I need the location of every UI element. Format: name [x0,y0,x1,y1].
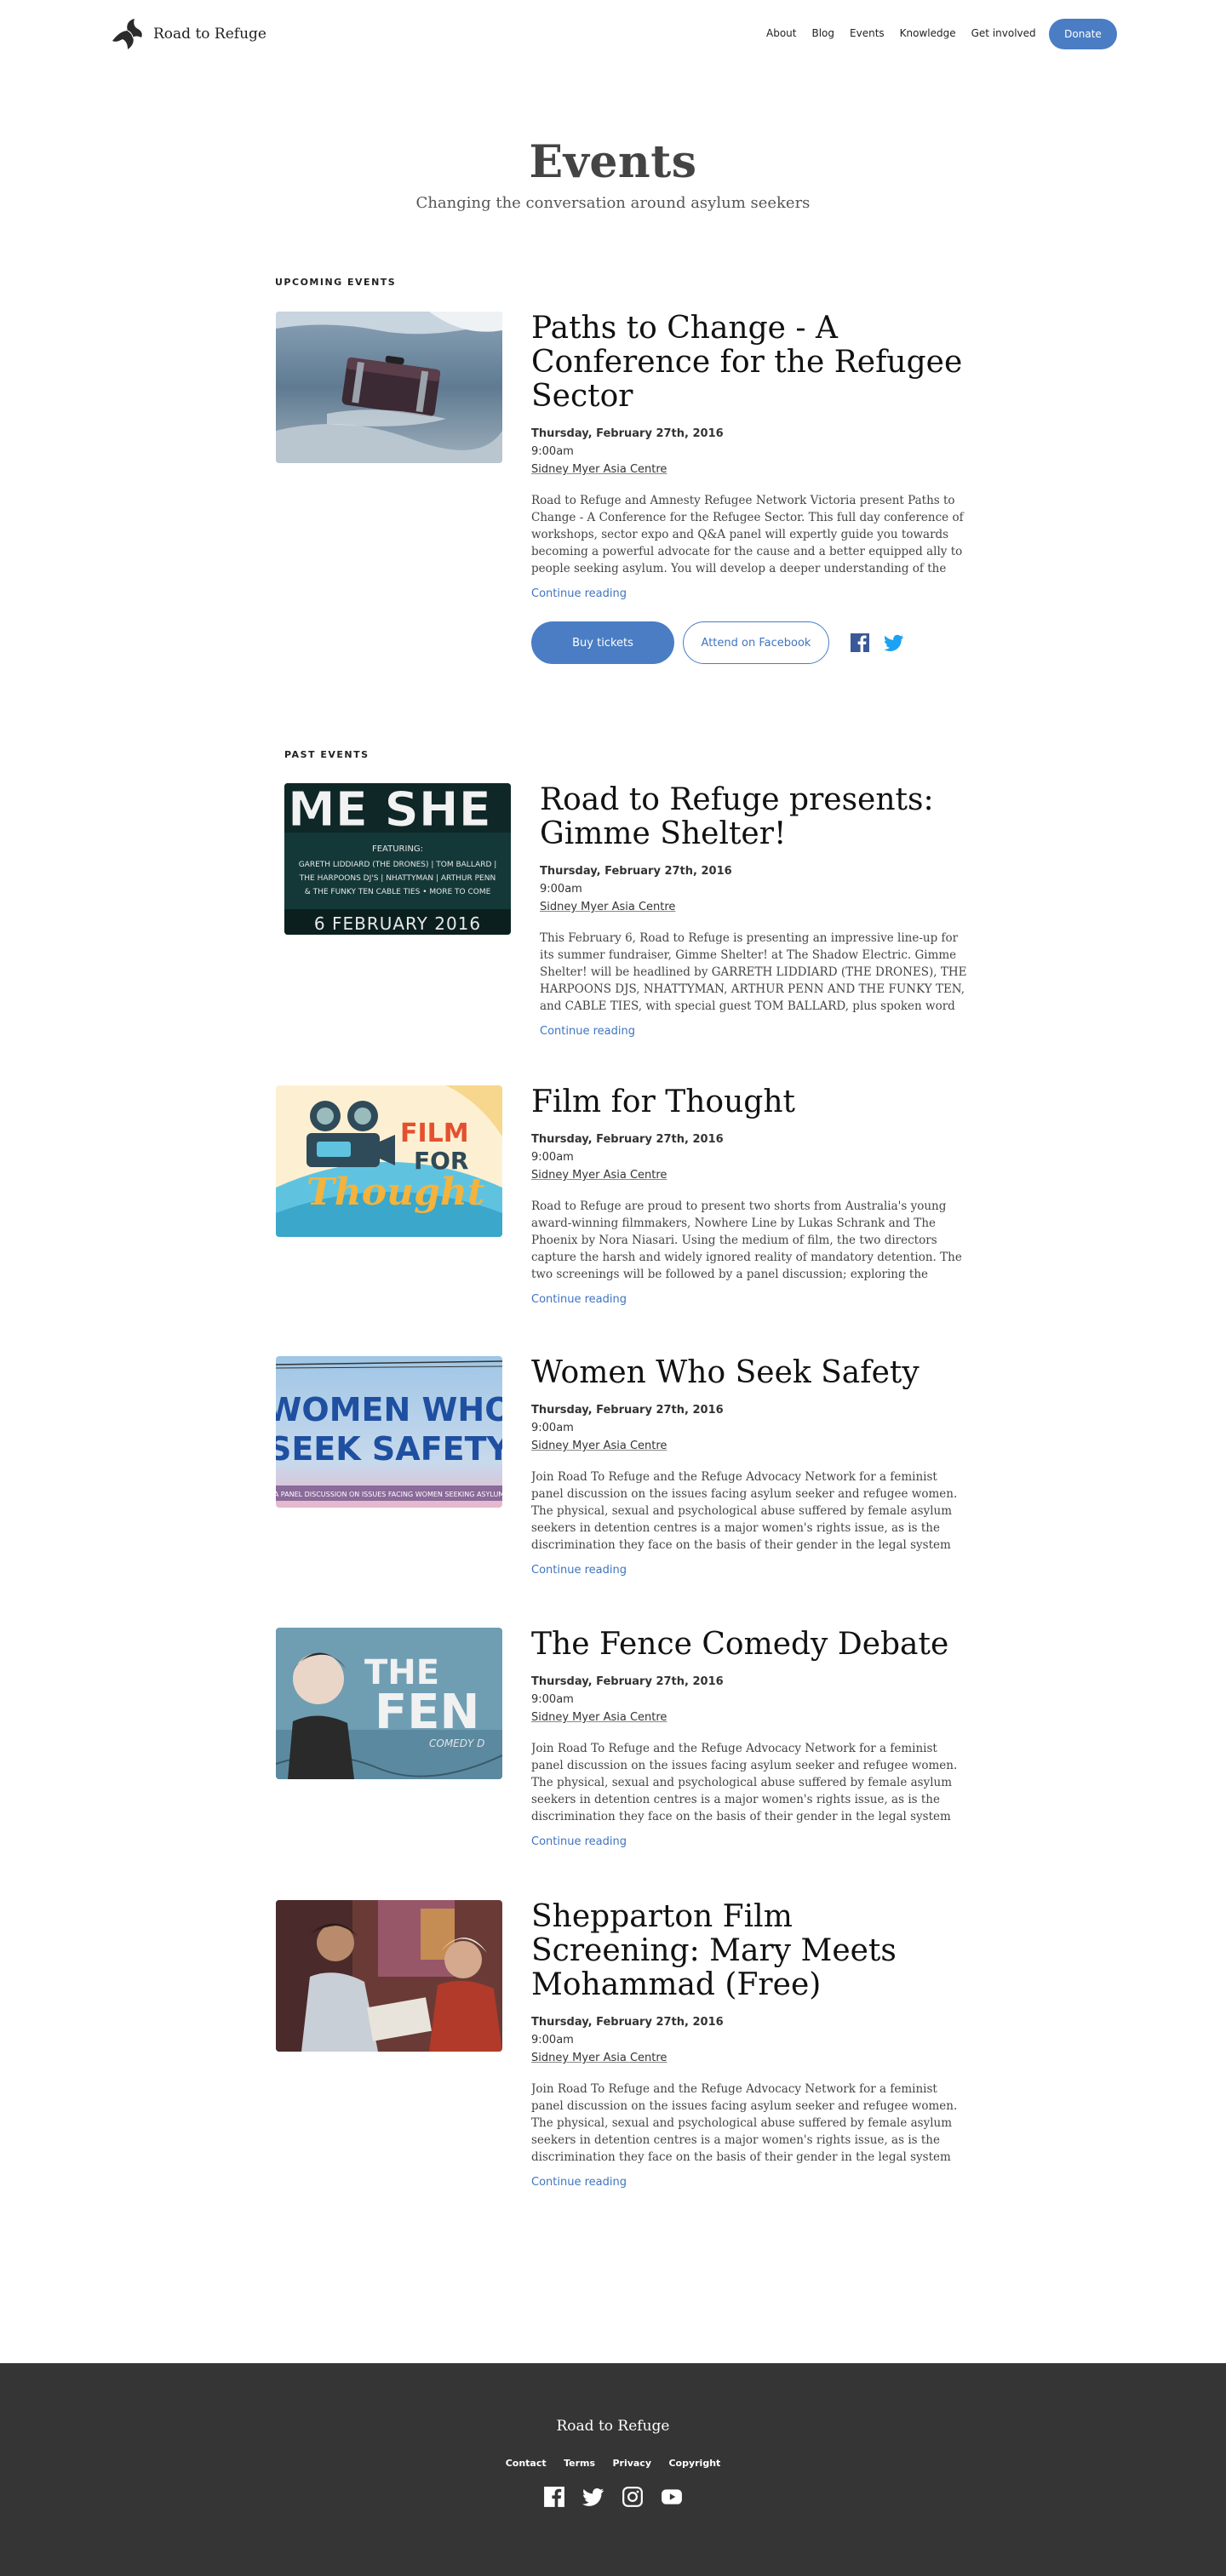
poster-line2: SEEK SAFETY [276,1430,502,1468]
continue-reading-link[interactable]: Continue reading [531,587,627,600]
event-description: Road to Refuge are proud to present two … [531,1199,962,1281]
past-event-body: Shepparton Film Screening: Mary Meets Mo… [531,1900,965,2190]
event-date: Thursday, February 27th, 2016 [531,1133,724,1146]
event-date: Thursday, February 27th, 2016 [531,427,724,440]
event-date: Thursday, February 27th, 2016 [531,2016,724,2029]
event-time: 9:00am [531,1693,574,1706]
event-time: 9:00am [531,1422,574,1434]
donate-button[interactable]: Donate [1049,19,1117,49]
continue-reading-link[interactable]: Continue reading [540,1025,635,1038]
upcoming-event-body: Paths to Change - A Conference for the R… [514,312,965,664]
event-venue-link[interactable]: Sidney Myer Asia Centre [540,901,675,913]
poster-date: 6 FEBRUARY 2016 [314,913,481,934]
gimme-shelter-poster-thumbnail[interactable]: ME SHE FEATURING: GARETH LIDDIARD (THE D… [284,783,511,935]
youtube-icon[interactable] [661,2486,683,2508]
fence-comedy-poster-thumbnail[interactable]: THE FEN COMEDY D [276,1628,502,1779]
continue-reading-link[interactable]: Continue reading [531,1564,627,1577]
film-for-thought-poster-thumbnail[interactable]: FILM FOR Thought [276,1085,502,1237]
poster-line1: WOMEN WHO [276,1391,502,1428]
event-title[interactable]: Shepparton Film Screening: Mary Meets Mo… [531,1900,965,2002]
poster-fen: FEN [375,1685,479,1740]
event-title[interactable]: Road to Refuge presents: Gimme Shelter! [540,783,974,851]
event-description: Join Road To Refuge and the Refuge Advoc… [531,1470,958,1552]
attend-facebook-button[interactable]: Attend on Facebook [683,621,829,664]
poster-film: FILM [400,1119,469,1148]
poster-lineup-3: & THE FUNKY TEN CABLE TIES • MORE TO COM… [305,888,491,896]
main-nav: About Blog Events Knowledge Get involved [766,27,1051,39]
past-event-body: Women Who Seek Safety Thursday, February… [531,1356,965,1577]
continue-reading-link[interactable]: Continue reading [531,1835,627,1848]
event-title[interactable]: Paths to Change - A Conference for the R… [531,312,965,414]
event-title[interactable]: The Fence Comedy Debate [531,1628,965,1662]
instagram-icon[interactable] [622,2486,644,2508]
twitter-icon[interactable] [582,2486,604,2508]
nav-events[interactable]: Events [850,27,885,39]
poster-thought: Thought [306,1171,484,1214]
twitter-icon[interactable] [884,633,904,653]
footer-link-privacy[interactable]: Privacy [612,2458,651,2469]
site-header: Road to Refuge About Blog Events Knowled… [0,0,1226,68]
continue-reading-link[interactable]: Continue reading [531,1293,627,1306]
buy-tickets-button[interactable]: Buy tickets [531,621,674,664]
brand-link[interactable]: Road to Refuge [109,15,266,53]
event-title[interactable]: Women Who Seek Safety [531,1356,965,1390]
nav-get-involved[interactable]: Get involved [971,27,1036,39]
past-event-body: Film for Thought Thursday, February 27th… [531,1085,965,1307]
event-venue-link[interactable]: Sidney Myer Asia Centre [531,463,667,476]
nav-blog[interactable]: Blog [811,27,834,39]
footer-social [0,2486,1226,2508]
event-time: 9:00am [531,445,574,458]
event-description: Join Road To Refuge and the Refuge Advoc… [531,1742,958,1823]
event-date: Thursday, February 27th, 2016 [531,1404,724,1417]
event-time: 9:00am [531,1151,574,1164]
past-events-label: PAST EVENTS [284,749,370,760]
nav-knowledge[interactable]: Knowledge [900,27,956,39]
event-date: Thursday, February 27th, 2016 [531,1675,724,1688]
past-event-body: The Fence Comedy Debate Thursday, Februa… [531,1628,965,1849]
footer-link-copyright[interactable]: Copyright [668,2458,720,2469]
past-event-body: Road to Refuge presents: Gimme Shelter! … [540,783,974,1039]
event-description: Road to Refuge and Amnesty Refugee Netwo… [531,494,964,575]
shepparton-film-thumbnail[interactable] [276,1900,502,2052]
event-venue-link[interactable]: Sidney Myer Asia Centre [531,2052,667,2064]
event-venue-link[interactable]: Sidney Myer Asia Centre [531,1711,667,1724]
event-time: 9:00am [531,2034,574,2046]
brand-name: Road to Refuge [153,26,266,43]
footer-links: Contact Terms Privacy Copyright [0,2455,1226,2470]
poster-featuring: FEATURING: [372,844,423,854]
poster-comedy: COMEDY D [429,1737,484,1749]
event-description: This February 6, Road to Refuge is prese… [540,931,967,1013]
poster-lineup-2: THE HARPOONS DJ'S | NHATTYMAN | ARTHUR P… [299,874,496,883]
event-date: Thursday, February 27th, 2016 [540,865,732,878]
facebook-icon[interactable] [543,2486,565,2508]
poster-headline: ME SHE [288,783,491,838]
upcoming-events-label: UPCOMING EVENTS [275,277,397,288]
suitcase-sea-thumbnail[interactable] [276,312,502,463]
facebook-icon[interactable] [850,633,870,653]
event-time: 9:00am [540,883,582,896]
page-subtitle: Changing the conversation around asylum … [415,194,811,212]
dove-logo-icon [112,19,142,49]
footer-link-contact[interactable]: Contact [506,2458,547,2469]
women-seek-safety-poster-thumbnail[interactable]: WOMEN WHO SEEK SAFETY A PANEL DISCUSSION… [276,1356,502,1508]
footer-brand-name: Road to Refuge [556,2418,670,2435]
footer-link-terms[interactable]: Terms [564,2458,595,2469]
poster-lineup-1: GARETH LIDDIARD (THE DRONES) | TOM BALLA… [299,861,497,869]
event-title[interactable]: Film for Thought [531,1085,965,1119]
site-footer: Road to Refuge Contact Terms Privacy Cop… [0,2363,1226,2576]
poster-caption: A PANEL DISCUSSION ON ISSUES FACING WOME… [276,1491,502,1498]
event-actions: Buy tickets Attend on Facebook [531,621,965,664]
continue-reading-link[interactable]: Continue reading [531,2176,627,2189]
event-description: Join Road To Refuge and the Refuge Advoc… [531,2082,958,2164]
nav-about[interactable]: About [766,27,796,39]
event-venue-link[interactable]: Sidney Myer Asia Centre [531,1169,667,1182]
event-venue-link[interactable]: Sidney Myer Asia Centre [531,1440,667,1452]
page-title: Events [529,136,697,188]
